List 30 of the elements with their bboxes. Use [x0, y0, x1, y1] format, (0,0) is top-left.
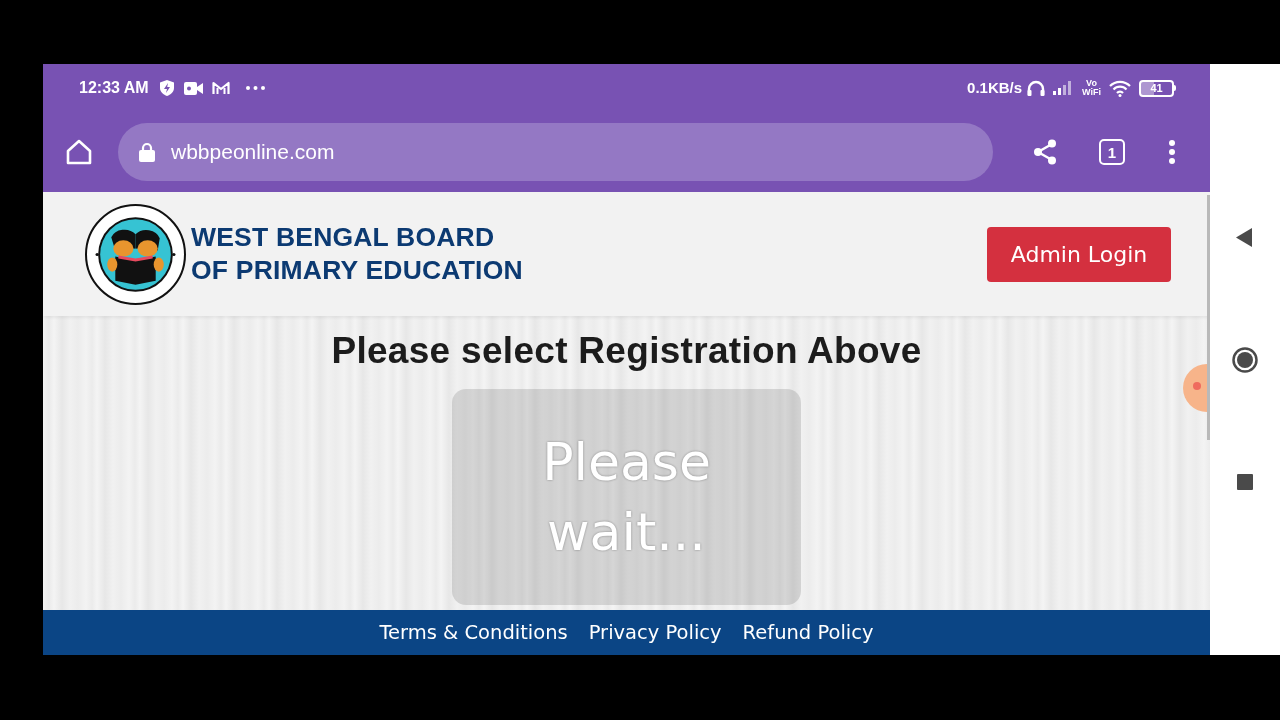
- site-title: WEST BENGAL BOARD OF PRIMARY EDUCATION: [191, 221, 523, 287]
- network-speed: 0.1KB/s: [967, 77, 1023, 98]
- lock-icon: [139, 142, 155, 162]
- vowifi-indicator: Vo WiFi: [1082, 79, 1101, 97]
- back-icon[interactable]: [1236, 228, 1252, 247]
- video-camera-icon: [183, 81, 203, 95]
- battery-indicator: 41: [1139, 79, 1176, 97]
- home-circle-icon[interactable]: [1232, 347, 1258, 373]
- mail-icon: [211, 81, 230, 95]
- share-icon: [1033, 139, 1057, 165]
- menu-icon: [1169, 140, 1175, 164]
- tab-count-button[interactable]: 1: [1099, 139, 1125, 165]
- wifi-icon: [1109, 79, 1131, 97]
- status-time: 12:33 AM: [79, 78, 149, 98]
- home-icon: [66, 139, 92, 165]
- share-button[interactable]: [1033, 139, 1057, 165]
- shield-bolt-icon: [159, 80, 174, 96]
- admin-login-button[interactable]: Admin Login: [987, 226, 1171, 282]
- floating-button-icon[interactable]: [1183, 364, 1207, 412]
- signal-bars-icon: [1053, 81, 1074, 95]
- footer-link[interactable]: Refund Policy: [742, 617, 874, 648]
- menu-button[interactable]: [1168, 140, 1176, 164]
- footer-link[interactable]: Privacy Policy: [588, 617, 722, 648]
- home-button[interactable]: [66, 139, 92, 165]
- footer-link[interactable]: Terms & Conditions: [379, 617, 568, 648]
- url-text: wbbpeonline.com: [171, 139, 335, 166]
- address-bar[interactable]: wbbpeonline.com: [118, 123, 993, 181]
- more-icon: [245, 86, 265, 90]
- page-heading: Please select Registration Above: [331, 329, 922, 373]
- headphones-icon: [1027, 80, 1046, 96]
